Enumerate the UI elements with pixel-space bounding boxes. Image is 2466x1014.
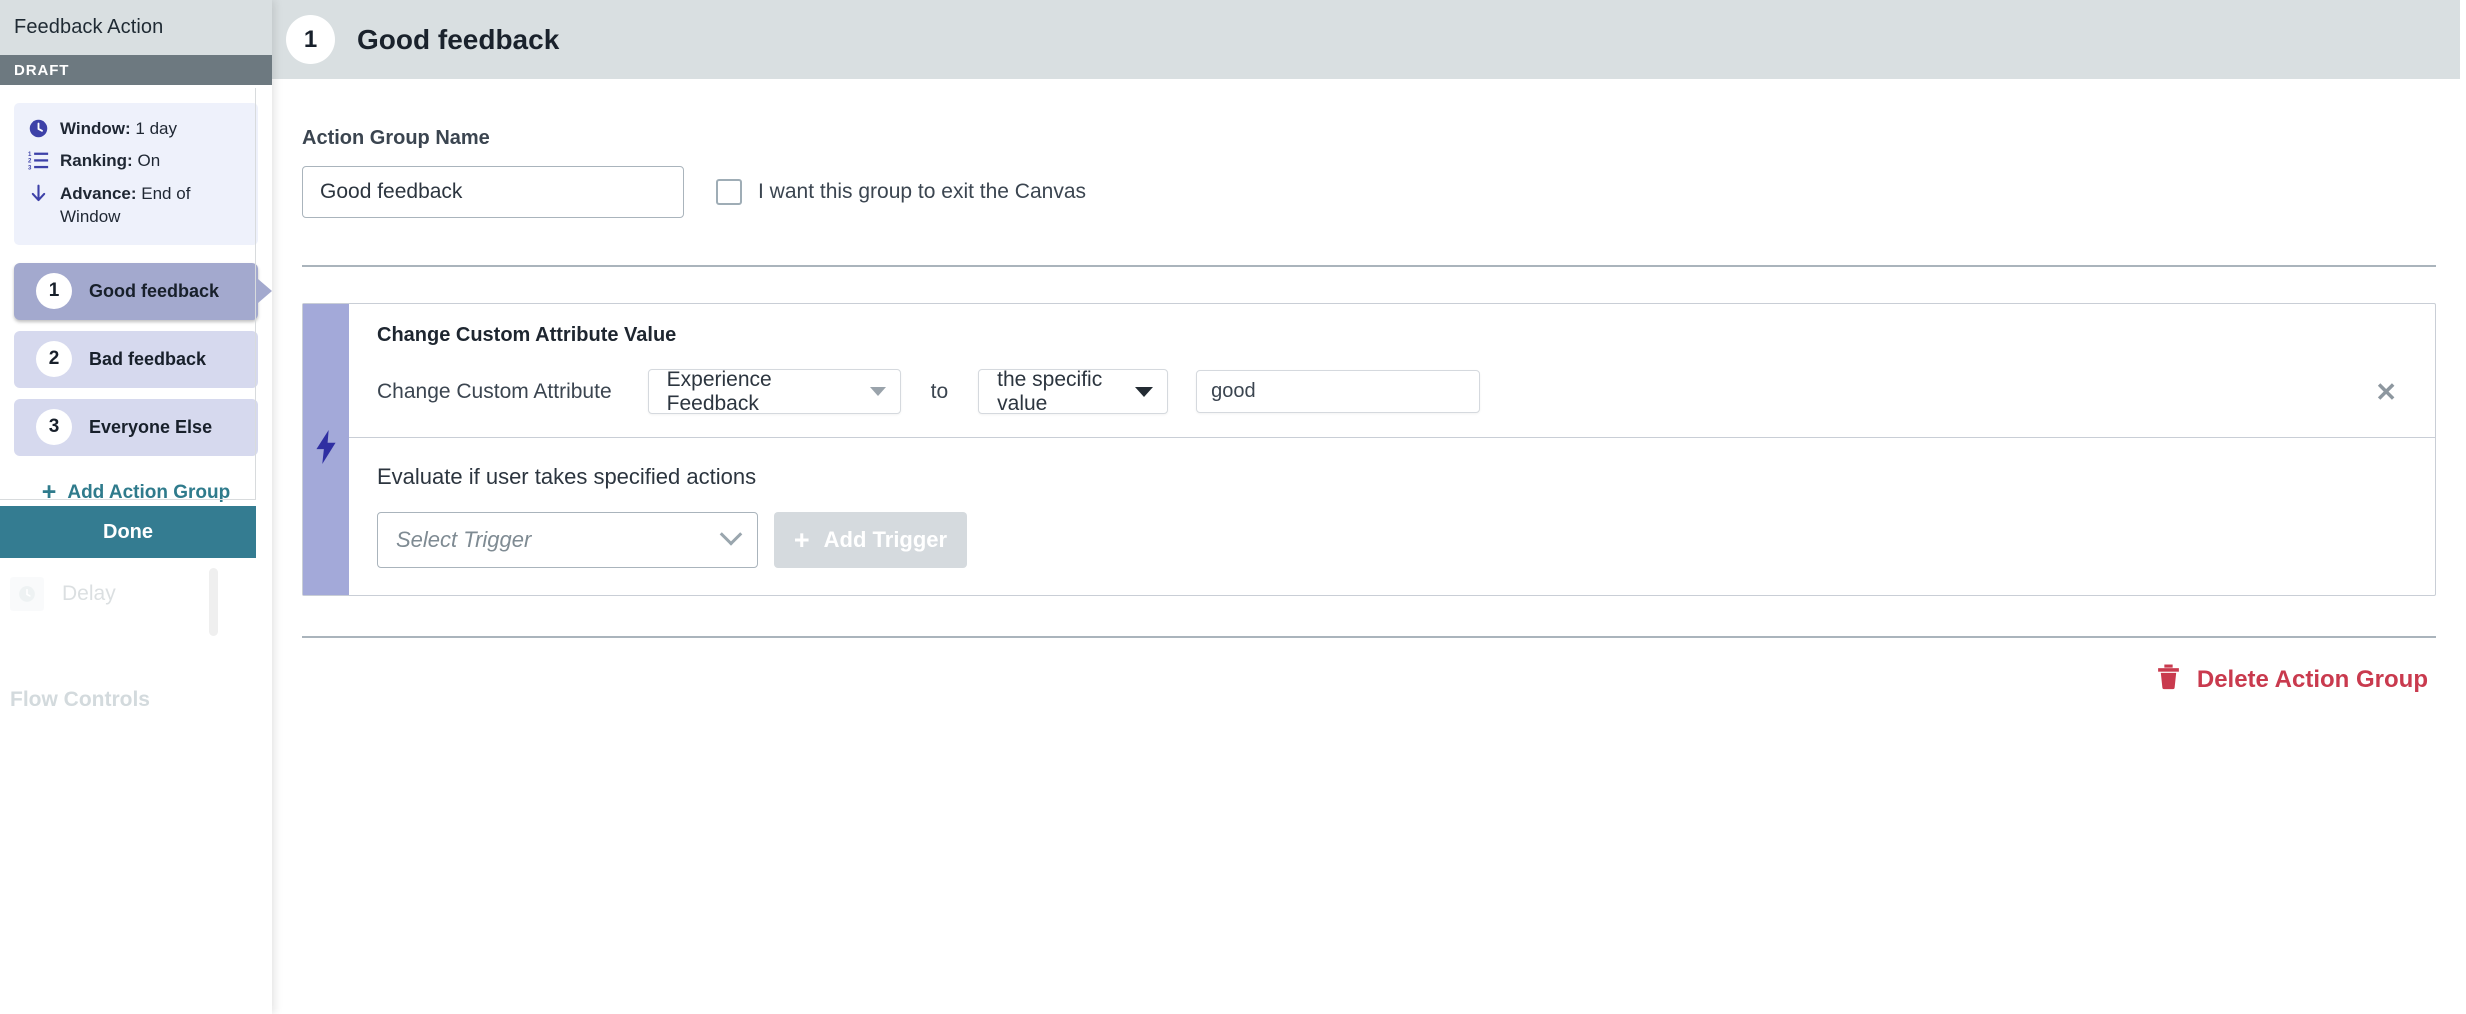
trigger-select[interactable]: Select Trigger <box>377 512 758 568</box>
action-group-name-label: Action Group Name <box>302 127 490 149</box>
svg-text:3: 3 <box>28 165 32 172</box>
summary-value: On <box>137 151 161 171</box>
summary-row-ranking: 1 2 3 Ranking: On <box>28 149 244 172</box>
group-label: Good feedback <box>89 280 220 301</box>
done-button[interactable]: Done <box>0 506 256 558</box>
operator-select[interactable]: the specific value <box>978 367 1169 415</box>
panel-body: Action Group Name I want this group to e… <box>272 127 2466 695</box>
summary-value: 1 day <box>135 119 177 138</box>
chevron-down-icon <box>869 387 886 396</box>
exit-canvas-checkbox[interactable] <box>716 179 742 205</box>
summary-label: Ranking: <box>60 151 133 171</box>
sidebar: Feedback Action DRAFT Window: 1 day 1 2 … <box>0 0 272 1014</box>
sidebar-item-everyone-else[interactable]: 3 Everyone Else <box>14 398 258 456</box>
attribute-select-value: Experience Feedback <box>666 367 772 415</box>
attribute-select[interactable]: Experience Feedback <box>647 367 901 415</box>
status-badge: DRAFT <box>0 55 272 85</box>
ordered-list-icon: 1 2 3 <box>28 149 49 172</box>
panel-header: 1 Good feedback <box>272 0 2466 79</box>
add-trigger-label: Add Trigger <box>823 527 948 552</box>
plus-icon: + <box>41 478 57 507</box>
main-scrollbar[interactable] <box>2460 0 2466 1014</box>
clock-icon <box>10 577 44 611</box>
group-number-badge: 2 <box>36 341 72 378</box>
action-group-list: 1 Good feedback 2 Bad feedback 3 Everyon… <box>14 262 272 456</box>
add-action-group-label: Add Action Group <box>67 481 231 503</box>
trigger-select-placeholder: Select Trigger <box>396 527 532 552</box>
sidebar-item-bad-feedback[interactable]: 2 Bad feedback <box>14 330 258 388</box>
plus-icon: + <box>793 524 810 555</box>
footer-divider <box>302 636 2436 638</box>
summary-label: Advance: <box>60 183 137 203</box>
attribute-value-input[interactable] <box>1196 370 1481 413</box>
summary-text: Advance: End of Window <box>60 182 244 229</box>
trash-icon <box>2156 664 2181 695</box>
group-number-badge: 1 <box>36 273 72 310</box>
action-group-name-row: I want this group to exit the Canvas <box>302 166 2436 218</box>
section-divider <box>302 265 2436 267</box>
sidebar-body: Window: 1 day 1 2 3 Ranking: On Advance:… <box>0 85 272 519</box>
action-group-name-input[interactable] <box>302 166 684 218</box>
component-palette: Delay Flow Controls <box>0 570 272 711</box>
action-card-rail <box>303 304 349 595</box>
palette-item-delay[interactable]: Delay <box>0 570 272 618</box>
lightning-bolt-icon <box>313 430 339 469</box>
settings-summary-card: Window: 1 day 1 2 3 Ranking: On Advance:… <box>14 103 258 245</box>
summary-text: Window: 1 day <box>60 117 177 140</box>
delete-action-group-label[interactable]: Delete Action Group <box>2197 666 2428 694</box>
close-icon[interactable]: ✕ <box>2375 379 2397 405</box>
group-label: Bad feedback <box>89 348 207 369</box>
connector-word: to <box>930 379 949 403</box>
attribute-row-label: Change Custom Attribute <box>377 379 612 403</box>
action-card: Change Custom Attribute Value Change Cus… <box>302 303 2436 596</box>
attribute-section-heading: Change Custom Attribute Value <box>377 324 677 346</box>
trigger-row: Select Trigger + Add Trigger <box>377 512 2435 568</box>
sidebar-item-good-feedback[interactable]: 1 Good feedback <box>14 262 272 320</box>
app-root: Po e ce w Ca Feedback Action DRAFT Wind <box>0 0 2466 1014</box>
summary-row-window: Window: 1 day <box>28 117 244 140</box>
exit-canvas-checkbox-wrap[interactable]: I want this group to exit the Canvas <box>716 179 1086 205</box>
trigger-section-title: Evaluate if user takes specified actions <box>377 464 757 489</box>
chevron-down-icon <box>719 523 743 546</box>
main-panel: 1 Good feedback Action Group Name I want… <box>272 0 2466 1014</box>
selected-pointer-icon <box>258 279 272 304</box>
delete-action-group-row[interactable]: Delete Action Group <box>302 664 2436 695</box>
attribute-row: Change Custom Attribute Experience Feedb… <box>377 367 2435 415</box>
sidebar-title: Feedback Action <box>0 0 272 55</box>
trigger-section: Evaluate if user takes specified actions… <box>349 438 2435 595</box>
palette-section-label: Flow Controls <box>10 688 150 711</box>
chevron-down-icon <box>1135 386 1154 397</box>
exit-canvas-label: I want this group to exit the Canvas <box>758 180 1087 203</box>
panel-step-number: 1 <box>286 15 335 64</box>
add-trigger-button[interactable]: + Add Trigger <box>774 512 967 568</box>
clock-icon <box>28 117 49 140</box>
down-arrow-icon <box>28 182 49 205</box>
summary-text: Ranking: On <box>60 149 160 172</box>
group-number-badge: 3 <box>36 409 72 446</box>
summary-row-advance: Advance: End of Window <box>28 182 244 229</box>
attribute-section: Change Custom Attribute Value Change Cus… <box>349 304 2435 438</box>
summary-label: Window: <box>60 119 131 138</box>
action-card-content: Change Custom Attribute Value Change Cus… <box>349 304 2435 595</box>
operator-select-value: the specific value <box>997 367 1103 415</box>
sidebar-scrollbar[interactable] <box>209 568 218 636</box>
group-label: Everyone Else <box>89 416 213 437</box>
palette-item-label: Delay <box>62 582 116 605</box>
page-title: Good feedback <box>357 23 560 55</box>
